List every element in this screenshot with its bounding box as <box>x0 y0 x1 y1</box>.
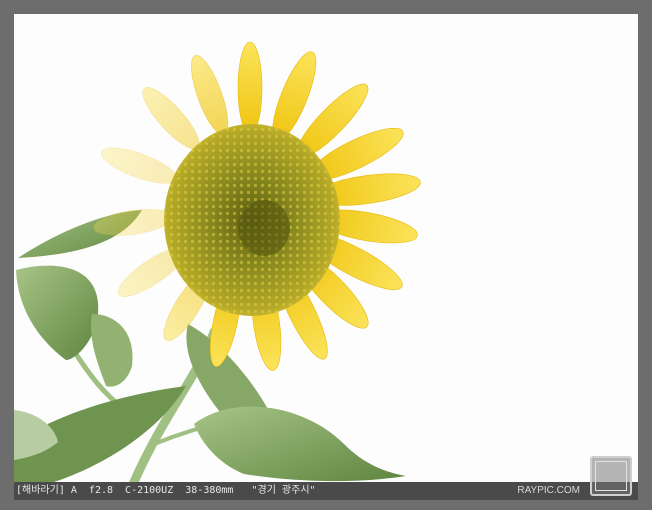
seal-stamp-icon <box>590 456 632 496</box>
photo-frame: [해바라기] A f2.8 C-2100UZ 38-380mm "경기 광주시"… <box>0 0 652 510</box>
site-name: RAYPIC.COM <box>517 485 580 496</box>
photo-caption: [해바라기] A f2.8 C-2100UZ 38-380mm "경기 광주시" <box>16 485 316 496</box>
stamp-border <box>595 461 627 491</box>
sunflower-photo <box>14 14 638 482</box>
caption-bar: [해바라기] A f2.8 C-2100UZ 38-380mm "경기 광주시"… <box>14 482 638 500</box>
sunflower-image <box>14 41 421 482</box>
leaf-bottom-right <box>194 406 406 482</box>
leaf-left <box>16 265 99 360</box>
leaf-small-left <box>90 314 133 387</box>
sunflower-disk <box>164 124 340 316</box>
